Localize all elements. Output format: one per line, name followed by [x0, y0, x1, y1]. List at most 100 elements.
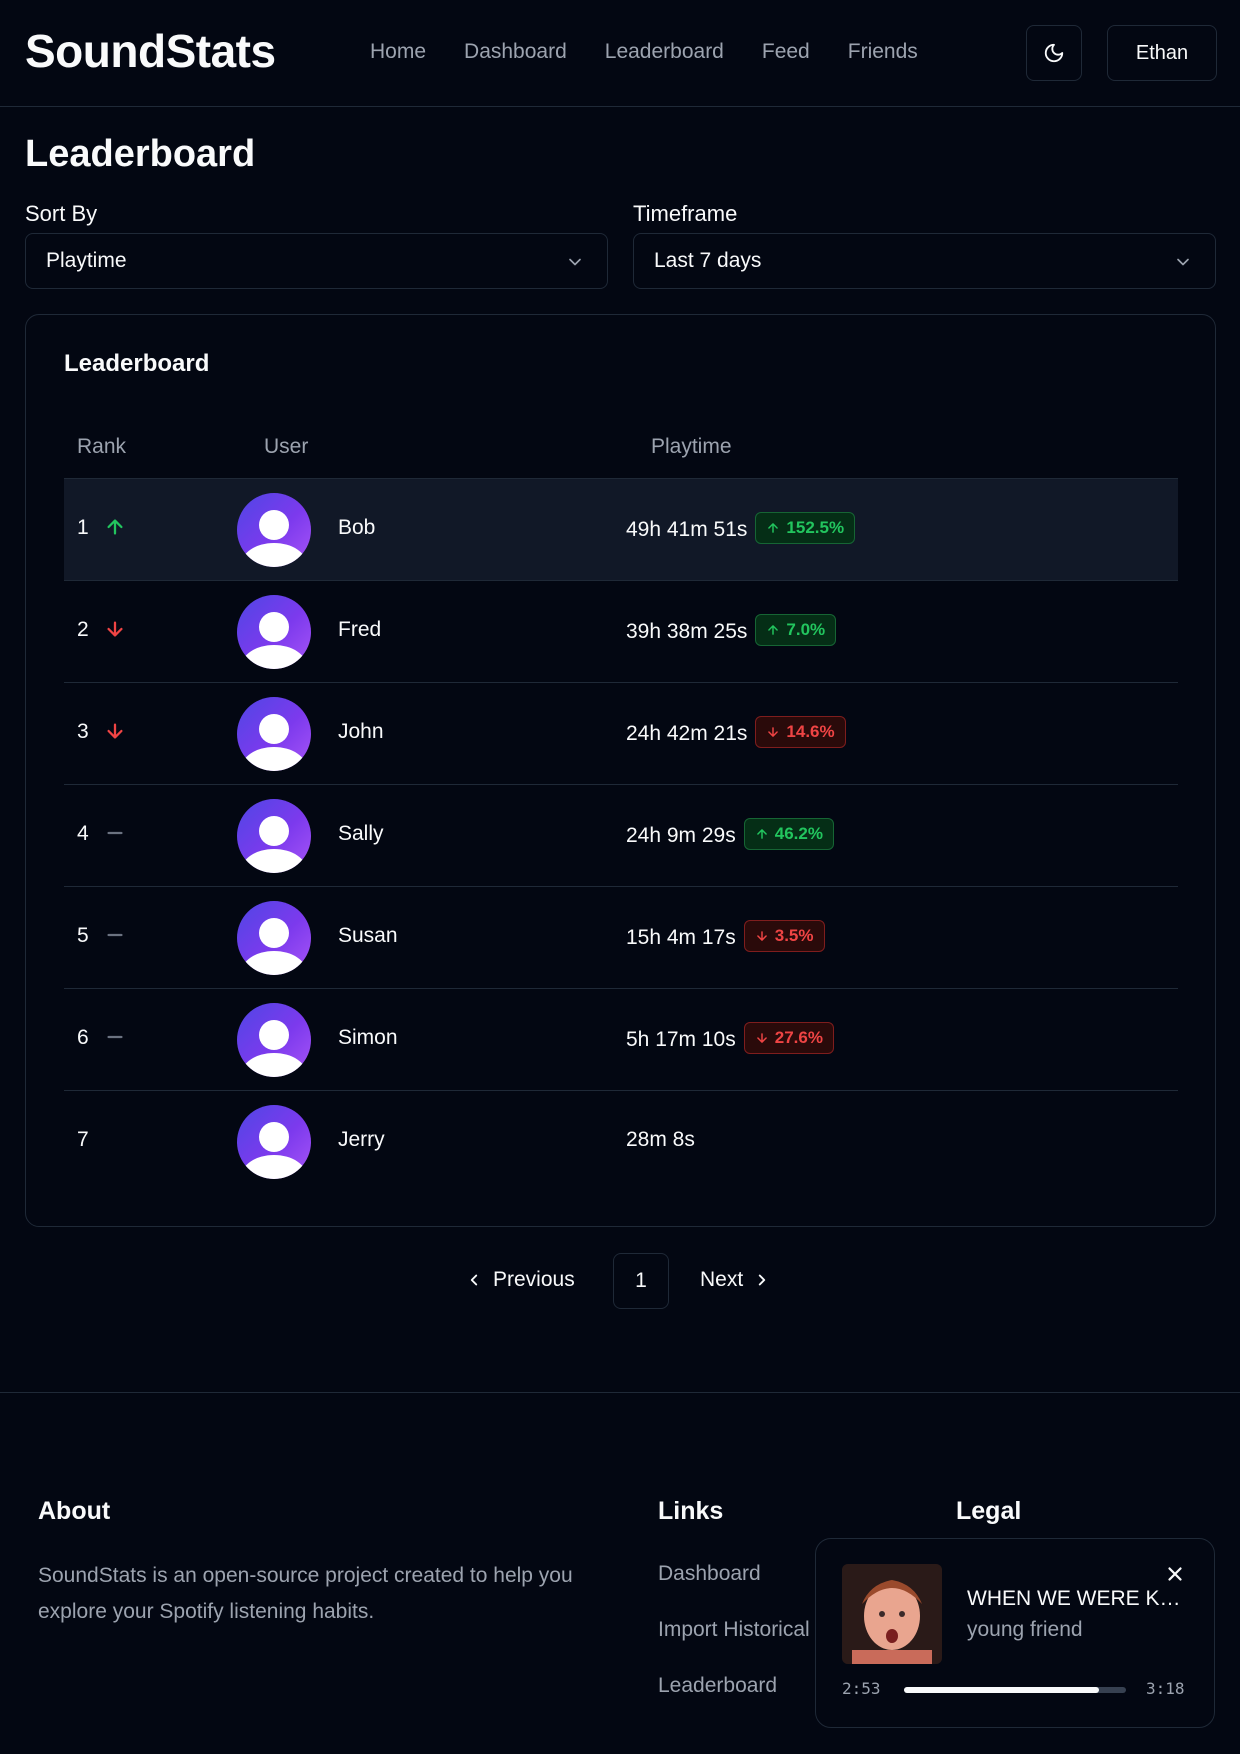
user-name[interactable]: Sally	[338, 822, 384, 846]
arrow-up-icon	[107, 519, 123, 535]
user-name[interactable]: Jerry	[338, 1128, 385, 1152]
table-row[interactable]: 5 Susan 15h 4m 17s 3.5%	[64, 887, 1178, 989]
user-menu-button[interactable]: Ethan	[1107, 25, 1217, 81]
arrow-down-icon	[768, 727, 779, 737]
table-row[interactable]: 2 Fred 39h 38m 25s 7.0%	[64, 581, 1178, 683]
page-number-button[interactable]: 1	[613, 1253, 669, 1309]
avatar	[237, 901, 311, 975]
footer-links-title: Links	[658, 1497, 724, 1525]
next-label: Next	[700, 1268, 744, 1291]
rank-number: 6	[77, 1026, 89, 1049]
change-value: 7.0%	[786, 620, 826, 639]
table-row[interactable]: 1 Bob 49h 41m 51s 152.5%	[64, 479, 1178, 581]
user-name[interactable]: Bob	[338, 516, 375, 540]
playtime-value: 5h 17m 10s	[626, 1028, 736, 1051]
playtime-cell: 28m 8s	[626, 1128, 695, 1152]
change-value: 3.5%	[774, 926, 814, 945]
rank-number: 2	[77, 618, 89, 641]
chevron-left-icon	[470, 1274, 478, 1286]
chevron-down-icon	[1177, 258, 1189, 266]
next-button[interactable]: Next	[700, 1268, 771, 1292]
arrow-down-icon	[756, 931, 767, 941]
rank-number: 7	[77, 1128, 89, 1151]
close-icon[interactable]	[1164, 1563, 1186, 1585]
timeframe-select[interactable]: Last 7 days	[633, 233, 1216, 289]
avatar	[237, 799, 311, 873]
footer-divider	[0, 1392, 1240, 1393]
playtime-cell: 39h 38m 25s 7.0%	[626, 614, 837, 646]
current-time: 2:53	[842, 1679, 881, 1698]
user-name[interactable]: Susan	[338, 924, 398, 948]
change-value: 14.6%	[786, 722, 835, 741]
nav-home[interactable]: Home	[370, 40, 426, 64]
footer-about-text: SoundStats is an open-source project cre…	[38, 1564, 573, 1623]
nav-dashboard[interactable]: Dashboard	[464, 40, 567, 64]
footer-about-title: About	[38, 1497, 111, 1525]
card-title: Leaderboard	[64, 350, 210, 377]
table-row[interactable]: 6 Simon 5h 17m 10s 27.6%	[64, 989, 1178, 1091]
chevron-down-icon	[569, 258, 581, 266]
progress-fill	[904, 1687, 1099, 1693]
user-name[interactable]: Simon	[338, 1026, 398, 1050]
progress-bar[interactable]	[904, 1687, 1126, 1693]
user-name[interactable]: John	[338, 720, 384, 744]
table-row[interactable]: 4 Sally 24h 9m 29s 46.2%	[64, 785, 1178, 887]
rank-number: 1	[77, 516, 89, 539]
change-badge: 27.6%	[743, 1022, 834, 1054]
change-badge: 7.0%	[755, 614, 837, 646]
album-cover-art	[842, 1564, 942, 1664]
main-nav: Home Dashboard Leaderboard Feed Friends	[370, 40, 918, 64]
avatar	[237, 697, 311, 771]
user-name[interactable]: Fred	[338, 618, 381, 642]
theme-toggle-button[interactable]	[1026, 25, 1082, 81]
footer-link-leaderboard[interactable]: Leaderboard	[658, 1674, 777, 1698]
leaderboard-card: Leaderboard Rank User Playtime 1 Bob 49h 4…	[25, 314, 1216, 1227]
playtime-value: 28m 8s	[626, 1128, 695, 1151]
table-header: Rank User Playtime	[64, 415, 1178, 479]
footer-link-dashboard[interactable]: Dashboard	[658, 1562, 761, 1586]
nav-friends[interactable]: Friends	[848, 40, 918, 64]
playtime-cell: 5h 17m 10s 27.6%	[626, 1022, 834, 1054]
playtime-value: 39h 38m 25s	[626, 620, 748, 643]
change-value: 46.2%	[774, 824, 823, 843]
arrow-down-icon	[107, 621, 123, 637]
playtime-cell: 15h 4m 17s 3.5%	[626, 920, 825, 952]
playtime-cell: 49h 41m 51s 152.5%	[626, 512, 856, 544]
arrow-up-icon	[768, 625, 779, 635]
nav-leaderboard[interactable]: Leaderboard	[605, 40, 724, 64]
change-badge: 46.2%	[743, 818, 834, 850]
table-row[interactable]: 7 Jerry 28m 8s	[64, 1091, 1178, 1193]
sort-by-value: Playtime	[46, 249, 127, 272]
playtime-cell: 24h 9m 29s 46.2%	[626, 818, 834, 850]
sort-by-select[interactable]: Playtime	[25, 233, 608, 289]
moon-icon	[1044, 43, 1064, 63]
arrow-up-icon	[768, 523, 779, 533]
change-badge: 3.5%	[743, 920, 825, 952]
page-title: Leaderboard	[25, 133, 256, 175]
track-title: WHEN WE WERE KIDS	[967, 1587, 1182, 1610]
timeframe-label: Timeframe	[633, 201, 738, 226]
avatar	[237, 1105, 311, 1179]
avatar	[237, 595, 311, 669]
column-user: User	[264, 435, 309, 458]
column-playtime: Playtime	[651, 435, 732, 458]
rank-number: 4	[77, 822, 89, 845]
previous-button[interactable]: Previous	[465, 1268, 575, 1292]
change-value: 152.5%	[786, 518, 845, 537]
arrow-down-icon	[107, 723, 123, 739]
playtime-value: 49h 41m 51s	[626, 518, 748, 541]
change-value: 27.6%	[774, 1028, 823, 1047]
now-playing-widget: WHEN WE WERE KIDS young friend 2:53 3:18	[815, 1538, 1215, 1728]
playtime-cell: 24h 42m 21s 14.6%	[626, 716, 846, 748]
rank-number: 3	[77, 720, 89, 743]
arrow-up-icon	[756, 829, 767, 839]
nav-feed[interactable]: Feed	[762, 40, 810, 64]
app-logo[interactable]: SoundStats	[25, 24, 276, 78]
previous-label: Previous	[493, 1268, 575, 1291]
table-row[interactable]: 3 John 24h 42m 21s 14.6%	[64, 683, 1178, 785]
change-badge: 152.5%	[755, 512, 856, 544]
arrow-down-icon	[756, 1033, 767, 1043]
table-body: 1 Bob 49h 41m 51s 152.5% 2 Fred 39h 38m 25s 7.0…	[64, 479, 1178, 1193]
minus-icon	[107, 831, 123, 835]
playtime-value: 24h 42m 21s	[626, 722, 748, 745]
